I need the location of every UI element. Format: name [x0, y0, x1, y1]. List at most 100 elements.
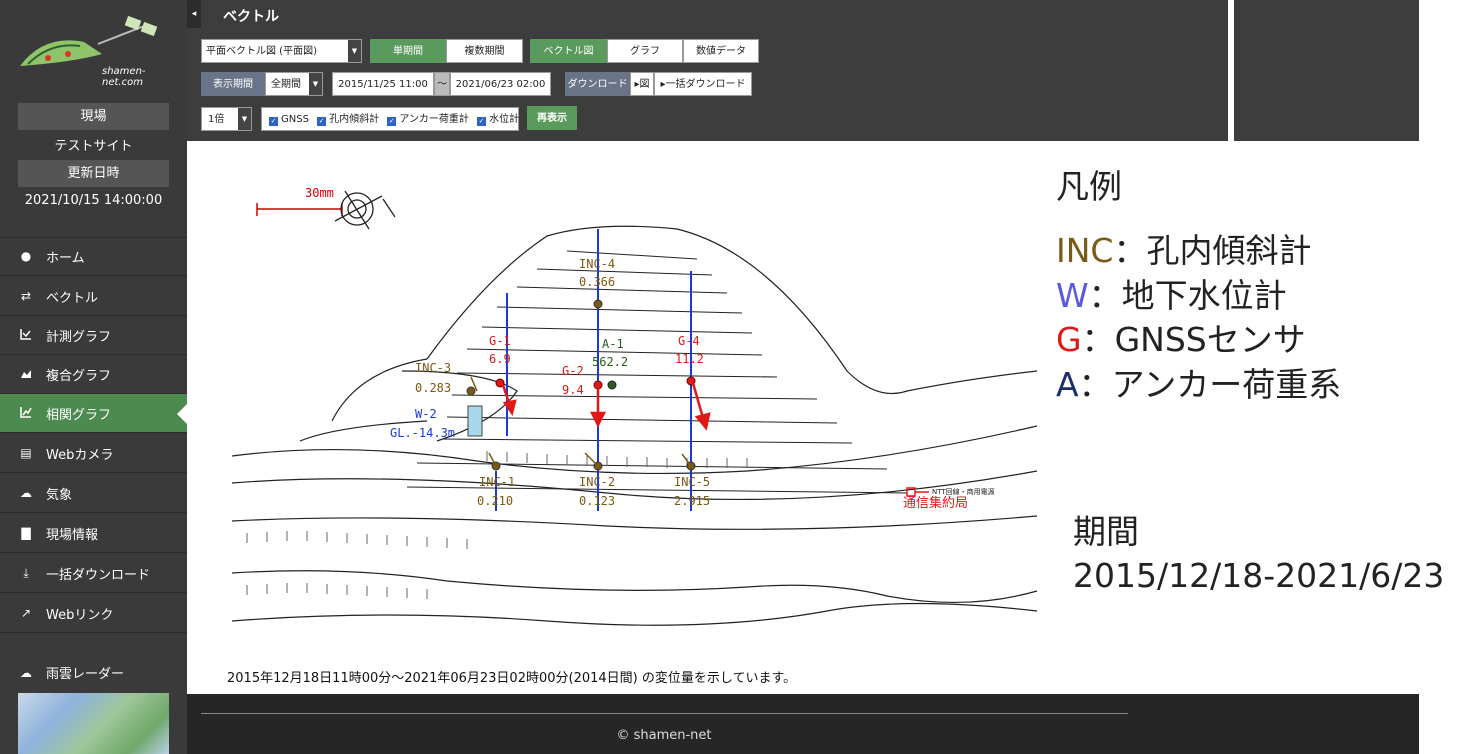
period-label: 表示期間: [201, 72, 265, 96]
sidebar-item-measure-graph[interactable]: 計測グラフ: [0, 316, 187, 355]
rain-radar-map[interactable]: [18, 693, 169, 754]
date-from-input[interactable]: 2015/11/25 11:00: [332, 72, 434, 96]
legend-key-g: G: [1056, 320, 1082, 359]
inc1-label: INC-1: [479, 475, 515, 489]
terrain-contours: [231, 225, 1038, 626]
rain-radar-panel: ☁ 雨雲レーダー: [0, 653, 187, 754]
g1-label: G-1: [489, 334, 511, 348]
sidebar-item-correlation-graph[interactable]: 相関グラフ: [0, 394, 187, 433]
chevron-down-icon: ▼: [348, 40, 361, 62]
footer-divider: [201, 713, 1128, 714]
updated-label: 更新日時: [18, 160, 169, 187]
area-chart-icon: [18, 367, 34, 382]
inc4-label: INC-4: [579, 257, 615, 271]
a1-value: 562.2: [592, 355, 628, 369]
logo[interactable]: shamen-net.com: [14, 14, 174, 88]
period-select[interactable]: 全期間 ▼: [265, 72, 323, 96]
sidebar-item-label: 現場情報: [46, 527, 99, 543]
collapse-sidebar-button[interactable]: ◂: [187, 0, 201, 28]
sidebar-item-label: 計測グラフ: [46, 329, 112, 345]
legend-desc-a: ：アンカー荷重系: [1078, 365, 1342, 404]
sidebar-item-label: Webリンク: [46, 607, 114, 623]
g4-label: G-4: [678, 334, 700, 348]
water-checkbox[interactable]: ✓ 水位計: [477, 114, 519, 126]
sidebar-item-label: 相関グラフ: [46, 407, 112, 423]
sidebar-item-weather[interactable]: ☁ 気象: [0, 474, 187, 513]
multi-period-button[interactable]: 複数期間: [446, 39, 523, 63]
anchor-checkbox[interactable]: ✓ アンカー荷重計: [387, 114, 469, 126]
logo-mark-icon: [20, 15, 158, 66]
toolbar: ◂ ベクトル 平面ベクトル図 (平面図) ▼ 単期間 複数期間 ベクトル図 グラ…: [187, 0, 1419, 141]
sidebar-item-label: 複合グラフ: [46, 368, 112, 384]
scale-select[interactable]: 1倍 ▼: [201, 107, 252, 131]
water-tank: [467, 405, 483, 437]
sidebar-item-bulk-download[interactable]: ⤓ 一括ダウンロード: [0, 554, 187, 593]
date-to-input[interactable]: 2021/06/23 02:00: [450, 72, 551, 96]
view-select[interactable]: 平面ベクトル図 (平面図) ▼: [201, 39, 362, 63]
a1-label: A-1: [602, 337, 624, 351]
vector-plan-drawing[interactable]: 30mm INC-4 0.366 INC-3 0.283 INC-1 0.210…: [187, 141, 1041, 694]
chevron-down-icon: ▼: [309, 73, 322, 95]
checkbox-check-icon: ✓: [269, 117, 278, 126]
footer-copyright: © shamen-net: [616, 728, 712, 743]
sidebar-item-webcam[interactable]: ▤ Webカメラ: [0, 434, 187, 473]
legend-title: 凡例: [1056, 167, 1122, 206]
legend-key-inc: INC: [1056, 231, 1114, 270]
gnss-checkbox-label: GNSS: [281, 114, 309, 125]
download-figure-link[interactable]: ▸図: [630, 72, 654, 96]
tab-numeric[interactable]: 数値データ: [683, 39, 759, 63]
checkbox-check-icon: ✓: [387, 117, 397, 126]
sidebar-item-label: Webカメラ: [46, 447, 114, 463]
cloud-icon: ☁: [20, 486, 32, 500]
download-label: ダウンロード: [565, 72, 630, 96]
sidebar-item-label: ホーム: [46, 250, 85, 266]
sidebar-item-home[interactable]: ● ホーム: [0, 237, 187, 276]
tab-graph[interactable]: グラフ: [607, 39, 683, 63]
cloud-icon: ☁: [20, 665, 32, 680]
g4-value: 11.2: [675, 352, 704, 366]
checkbox-check-icon: ✓: [477, 117, 487, 126]
inc1-value: 0.210: [477, 494, 513, 508]
sidebar-item-vector[interactable]: ⇄ ベクトル: [0, 277, 187, 316]
gnss-checkbox[interactable]: ✓ GNSS: [269, 114, 309, 126]
external-link-icon: ↗: [20, 606, 32, 620]
ntt-label: NTT回線・商用電源: [932, 487, 995, 496]
toolbar-gap: [1228, 0, 1234, 141]
legend-desc-inc: ：孔内傾斜計: [1113, 231, 1312, 270]
w2-value: GL.-14.3m: [390, 426, 455, 440]
sidebar: shamen-net.com 現場 テストサイト 更新日時 2021/10/15…: [0, 0, 187, 754]
inc-checkbox[interactable]: ✓ 孔内傾斜計: [317, 114, 379, 126]
w2-label: W-2: [415, 407, 437, 421]
arrows-icon: ⇄: [20, 289, 32, 303]
vector-map-panel: 30mm INC-4 0.366 INC-3 0.283 INC-1 0.210…: [187, 141, 1041, 694]
inc5-label: INC-5: [674, 475, 710, 489]
legend-key-w: W: [1056, 276, 1089, 315]
page-title: ベクトル: [223, 9, 279, 25]
download-icon: ⤓: [23, 565, 29, 580]
view-select-value: 平面ベクトル図 (平面図): [206, 46, 317, 57]
active-indicator: [177, 404, 187, 424]
download-bulk-link[interactable]: ▸一括ダウンロード: [654, 72, 752, 96]
gnss-markers: [495, 376, 696, 390]
scale-label: 30mm: [305, 186, 334, 200]
line-chart-icon: [18, 328, 34, 343]
alert-icon: ●: [20, 249, 32, 263]
station-label: 通信集約局: [903, 495, 968, 511]
inc4-value: 0.366: [579, 275, 615, 289]
sidebar-item-composite-graph[interactable]: 複合グラフ: [0, 355, 187, 394]
tab-vector[interactable]: ベクトル図: [530, 39, 607, 63]
legend-row-a: A：アンカー荷重系: [1056, 358, 1341, 406]
sidebar-item-rain-radar[interactable]: ☁ 雨雲レーダー: [0, 653, 187, 692]
date-range-separator: 〜: [434, 72, 450, 96]
period-value: 2015/12/18-2021/6/23: [1073, 556, 1445, 595]
anchor-marker: [607, 380, 617, 390]
g2-value: 9.4: [562, 383, 584, 397]
file-icon: ▤: [20, 446, 32, 460]
single-period-button[interactable]: 単期間: [370, 39, 446, 63]
redisplay-button[interactable]: 再表示: [527, 106, 577, 130]
legend-key-a: A: [1056, 365, 1079, 404]
sidebar-item-site-info[interactable]: ▇ 現場情報: [0, 514, 187, 553]
legend-desc-w: ：地下水位計: [1088, 276, 1287, 315]
sidebar-item-web-link[interactable]: ↗ Webリンク: [0, 594, 187, 633]
anchor-checkbox-label: アンカー荷重計: [399, 114, 469, 125]
